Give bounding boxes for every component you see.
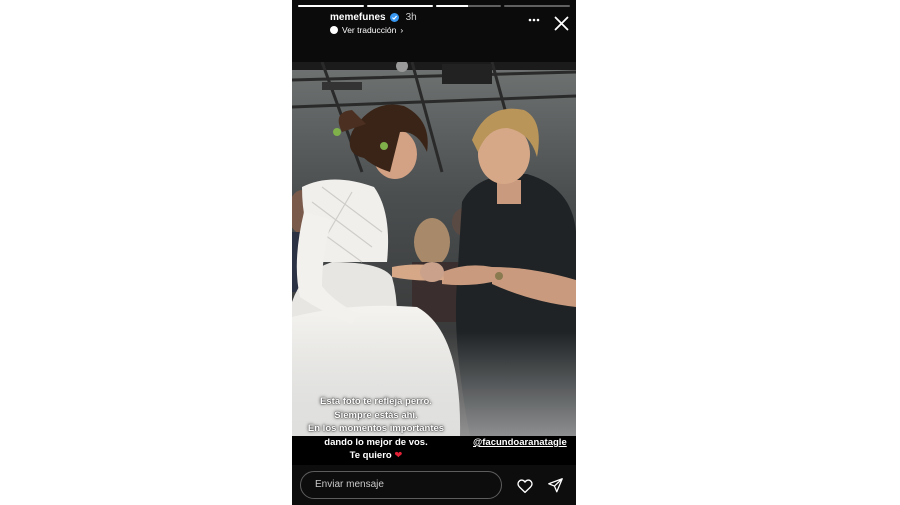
caption-line: Siempre estás ahí. bbox=[334, 409, 418, 421]
progress-fill bbox=[366, 5, 433, 7]
story-viewer: memefunes 3h Ver traducción › Esta foto … bbox=[292, 0, 576, 505]
caption-line-last: Te quiero ❤ bbox=[300, 449, 452, 463]
caption-line: En los momentos importantes bbox=[307, 423, 445, 434]
post-time: 3h bbox=[405, 12, 417, 23]
translate-icon bbox=[330, 26, 338, 34]
caption-line: Te quiero bbox=[349, 450, 392, 461]
red-heart-emoji: ❤ bbox=[394, 450, 403, 461]
close-icon[interactable] bbox=[554, 16, 569, 31]
progress-fill bbox=[435, 5, 469, 7]
send-icon[interactable] bbox=[547, 477, 564, 494]
caption-line: Esta foto te refleja perro. bbox=[320, 396, 432, 407]
reply-message-input[interactable]: Enviar mensaje bbox=[300, 471, 502, 499]
story-progress-bar bbox=[298, 5, 570, 7]
mention-link[interactable]: @facundoaranatagle bbox=[473, 437, 567, 448]
story-photo-art bbox=[292, 62, 576, 436]
story-caption: Esta foto te refleja perro. Siempre está… bbox=[300, 395, 452, 463]
username[interactable]: memefunes bbox=[330, 12, 386, 23]
chevron-right-icon: › bbox=[400, 25, 404, 35]
like-heart-icon[interactable] bbox=[516, 477, 534, 495]
translate-label: Ver traducción bbox=[342, 25, 397, 35]
progress-segment bbox=[298, 5, 364, 7]
progress-fill bbox=[298, 5, 364, 7]
translate-link[interactable]: Ver traducción › bbox=[330, 25, 403, 35]
story-photo[interactable] bbox=[292, 62, 576, 436]
progress-segment bbox=[435, 5, 502, 7]
verified-badge-icon bbox=[389, 13, 399, 22]
user-line: memefunes 3h bbox=[330, 12, 417, 23]
progress-segment bbox=[366, 5, 433, 7]
progress-segment bbox=[504, 5, 570, 7]
more-options-icon[interactable] bbox=[527, 13, 541, 27]
caption-line: dando lo mejor de vos. bbox=[324, 436, 428, 448]
